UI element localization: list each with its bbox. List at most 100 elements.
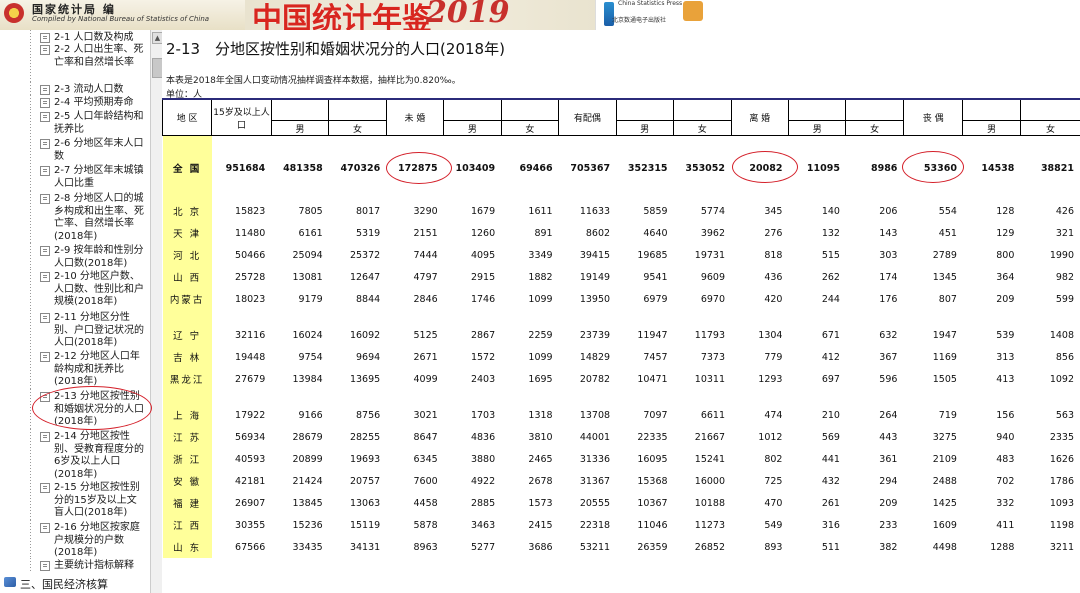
value-cell: 9541	[643, 271, 668, 283]
document-icon	[40, 98, 50, 108]
value-cell: 1012	[758, 431, 783, 443]
value-cell: 599	[1055, 293, 1074, 305]
sidebar-item[interactable]: 2-15 分地区按性别分的15岁及以上文盲人口(2018年)	[54, 482, 146, 520]
value-cell: 539	[996, 329, 1015, 341]
value-cell: 42181	[235, 475, 266, 487]
value-cell: 3810	[528, 431, 553, 443]
value-cell: 2151	[413, 227, 438, 239]
value-cell: 7600	[413, 475, 438, 487]
value-cell: 16095	[637, 453, 668, 465]
col-header-pop15-male: 男	[270, 120, 329, 136]
value-cell: 515	[821, 249, 840, 261]
value-cell: 103409	[455, 162, 496, 174]
gap-cell	[788, 310, 845, 324]
value-cell: 21424	[292, 475, 323, 487]
value-cell: 8963	[413, 541, 438, 553]
value-cell: 20555	[579, 497, 611, 509]
value-cell: 128	[996, 205, 1015, 217]
sidebar-item[interactable]: 2-12 分地区人口年龄构成和抚养比(2018年)	[54, 351, 146, 389]
value-cell: 1288	[990, 541, 1015, 553]
value-cell: 11480	[235, 227, 266, 239]
value-cell: 276	[764, 227, 783, 239]
value-cell: 22318	[579, 519, 611, 531]
sidebar-item[interactable]: 2-7 分地区年末城镇人口比重	[54, 165, 146, 190]
value-cell: 20757	[349, 475, 381, 487]
value-cell: 12647	[349, 271, 381, 283]
sidebar-section-label: 三、国民经济核算	[20, 578, 108, 591]
value-cell: 420	[764, 293, 783, 305]
value-cell: 17922	[235, 409, 266, 421]
value-cell: 261	[821, 497, 840, 509]
value-cell: 11046	[637, 519, 668, 531]
sidebar-item[interactable]: 2-14 分地区按性别、受教育程度分的6岁及以上人口(2018年)	[54, 431, 146, 481]
value-cell: 8986	[870, 162, 898, 174]
sidebar-item[interactable]: 2-11 分地区分性别、户口登记状况的人口(2018年)	[54, 312, 146, 350]
table-row: 江 西 30355 15236 15119 5878 3463 2415 22318 11046…	[162, 514, 1080, 536]
gap-cell	[731, 310, 788, 324]
value-cell: 7097	[643, 409, 668, 421]
main-content: 2-13 分地区按性别和婚姻状况分的人口(2018年) 本表是2018年全国人口…	[162, 30, 1080, 593]
value-cell: 13708	[579, 409, 611, 421]
tree-connector	[30, 42, 31, 82]
value-cell: 233	[879, 519, 898, 531]
document-icon	[40, 112, 50, 122]
value-cell: 5774	[700, 205, 726, 217]
value-cell: 5859	[643, 205, 668, 217]
value-cell: 569	[821, 431, 840, 443]
value-cell: 1786	[1049, 475, 1074, 487]
value-cell: 19731	[694, 249, 726, 261]
header-book-year: 2019	[426, 0, 510, 30]
value-cell: 1408	[1049, 329, 1074, 341]
value-cell: 3463	[470, 519, 496, 531]
value-cell: 264	[879, 409, 898, 421]
value-cell: 19693	[349, 453, 381, 465]
sidebar-item[interactable]: 2-6 分地区年末人口数	[54, 138, 146, 163]
value-cell: 11793	[694, 329, 726, 341]
value-cell: 5277	[470, 541, 496, 553]
sidebar-item[interactable]: 2-1 人口数及构成	[54, 32, 146, 45]
sidebar-item[interactable]: 2-8 分地区人口的城乡构成和出生率、死亡率、自然增长率(2018年)	[54, 193, 146, 243]
value-cell: 4458	[413, 497, 438, 509]
table-gap-row	[162, 390, 1080, 404]
sidebar-item[interactable]: 2-16 分地区按家庭户规模分的户数(2018年)	[54, 522, 146, 560]
region-cell: 江 苏	[162, 426, 212, 448]
col-header-divorced: 离 婚	[730, 98, 789, 136]
tree-connector	[30, 480, 31, 520]
value-cell: 1947	[932, 329, 957, 341]
value-cell: 2885	[470, 497, 496, 509]
value-cell: 8647	[413, 431, 438, 443]
value-cell: 4797	[413, 271, 438, 283]
sidebar-item[interactable]: 2-3 流动人口数	[54, 84, 146, 97]
value-cell: 6161	[298, 227, 323, 239]
col-header-region: 地 区	[162, 98, 212, 136]
col-header-widowed-female: 女	[1019, 120, 1080, 136]
gap-cell	[903, 390, 963, 404]
sidebar-item[interactable]: 2-2 人口出生率、死亡率和自然增长率	[54, 44, 146, 69]
value-cell: 25094	[292, 249, 323, 261]
value-cell: 2671	[413, 351, 438, 363]
value-cell: 303	[879, 249, 898, 261]
value-cell: 549	[764, 519, 783, 531]
sidebar-item[interactable]: 2-9 按年龄和性别分人口数(2018年)	[54, 245, 146, 270]
sidebar-section-national-accounts[interactable]: 三、国民经济核算	[0, 574, 150, 593]
value-cell: 451	[938, 227, 957, 239]
value-cell: 174	[879, 271, 898, 283]
value-cell: 2465	[528, 453, 553, 465]
region-cell: 上 海	[162, 404, 212, 426]
sidebar-item[interactable]: 主要统计指标解释	[54, 560, 146, 573]
value-cell: 7373	[700, 351, 726, 363]
value-cell: 511	[821, 541, 840, 553]
value-cell: 13845	[292, 497, 323, 509]
gap-cell	[212, 310, 272, 324]
value-cell: 4095	[470, 249, 496, 261]
sidebar-item[interactable]: 2-4 平均预期寿命	[54, 97, 146, 110]
header-blank	[711, 0, 1080, 30]
value-cell: 1882	[528, 271, 553, 283]
sidebar-item[interactable]: 2-5 人口年龄结构和抚养比	[54, 111, 146, 136]
value-cell: 1293	[758, 373, 783, 385]
value-cell: 9179	[298, 293, 323, 305]
value-cell: 1572	[470, 351, 496, 363]
value-cell: 140	[821, 205, 840, 217]
sidebar-item[interactable]: 2-10 分地区户数、人口数、性别比和户规模(2018年)	[54, 271, 146, 309]
tree-connector	[30, 30, 31, 42]
